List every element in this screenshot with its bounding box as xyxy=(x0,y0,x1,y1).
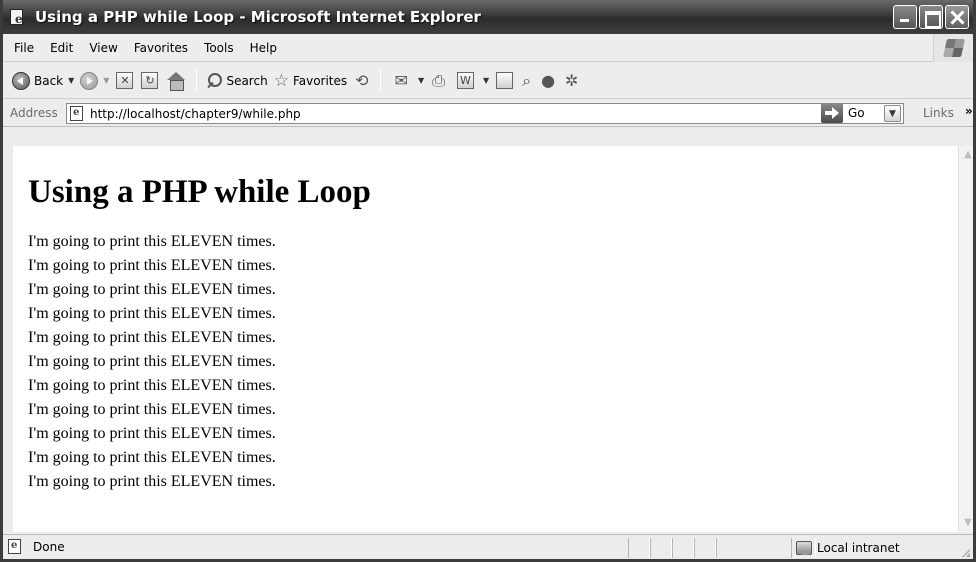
menu-bar: File Edit View Favorites Tools Help xyxy=(3,34,973,62)
page-content: Using a PHP while Loop I'm going to prin… xyxy=(13,146,958,532)
standard-toolbar: Back ▼ ▼ ✕ ↻ Search ☆ Favorites ⟲ ✉ ▼ ⎙ … xyxy=(3,63,973,99)
zone-label: Local intranet xyxy=(817,541,900,555)
window-controls xyxy=(893,5,969,29)
back-dropdown-icon[interactable]: ▼ xyxy=(68,76,74,85)
windows-logo-icon xyxy=(933,34,973,62)
status-panel xyxy=(694,538,716,558)
menu-tools[interactable]: Tools xyxy=(196,34,242,62)
search-label: Search xyxy=(226,73,268,88)
browser-window: e Using a PHP while Loop - Microsoft Int… xyxy=(0,0,976,562)
minimize-button[interactable] xyxy=(893,5,917,29)
output-line: I'm going to print this ELEVEN times. xyxy=(28,305,276,322)
output-lines: I'm going to print this ELEVEN times. I'… xyxy=(13,230,958,494)
address-input[interactable]: e http://localhost/chapter9/while.php ▼ xyxy=(66,103,904,124)
discuss-icon[interactable] xyxy=(496,72,514,89)
mail-dropdown-icon[interactable]: ▼ xyxy=(418,76,424,85)
output-line: I'm going to print this ELEVEN times. xyxy=(28,449,276,466)
go-button[interactable]: Go xyxy=(821,103,865,123)
menu-view[interactable]: View xyxy=(81,34,125,62)
messenger-icon[interactable]: ● xyxy=(541,71,555,91)
status-bar: e Done Local intranet xyxy=(3,534,973,559)
research-icon[interactable]: ⌕ xyxy=(522,71,531,91)
output-line: I'm going to print this ELEVEN times. xyxy=(28,281,276,298)
search-button[interactable]: Search xyxy=(203,68,270,94)
ie-page-icon: e xyxy=(9,8,27,26)
status-panel xyxy=(672,538,694,558)
address-dropdown-icon[interactable]: ▼ xyxy=(884,105,901,122)
edit-button[interactable]: W ▼ xyxy=(450,68,492,94)
mail-button[interactable]: ✉ ▼ xyxy=(387,68,428,94)
status-panel xyxy=(650,538,672,558)
stop-icon[interactable]: ✕ xyxy=(116,72,134,89)
output-line: I'm going to print this ELEVEN times. xyxy=(28,233,276,250)
window-title: Using a PHP while Loop - Microsoft Inter… xyxy=(35,8,481,26)
intranet-icon xyxy=(796,541,812,555)
status-panel xyxy=(628,538,650,558)
back-label: Back xyxy=(34,73,64,88)
output-line: I'm going to print this ELEVEN times. xyxy=(28,353,276,370)
back-button[interactable]: Back ▼ xyxy=(9,68,77,94)
go-label: Go xyxy=(848,106,865,120)
security-zone[interactable]: Local intranet xyxy=(791,538,900,558)
page-heading: Using a PHP while Loop xyxy=(28,174,371,210)
output-line: I'm going to print this ELEVEN times. xyxy=(28,329,276,346)
search-icon xyxy=(206,72,223,89)
address-label: Address xyxy=(10,106,58,120)
close-button[interactable] xyxy=(945,5,969,29)
star-icon: ☆ xyxy=(273,70,289,91)
menu-edit[interactable]: Edit xyxy=(42,34,81,62)
mail-icon: ✉ xyxy=(394,70,408,90)
forward-button[interactable]: ▼ xyxy=(77,68,112,94)
go-arrow-icon xyxy=(821,103,843,123)
menu-help[interactable]: Help xyxy=(242,34,285,62)
favorites-button[interactable]: ☆ Favorites xyxy=(271,68,350,94)
output-line: I'm going to print this ELEVEN times. xyxy=(28,473,276,490)
address-bar: Address e http://localhost/chapter9/whil… xyxy=(3,100,973,127)
history-icon[interactable]: ⟲ xyxy=(355,71,368,91)
output-line: I'm going to print this ELEVEN times. xyxy=(28,377,276,394)
refresh-icon[interactable]: ↻ xyxy=(141,72,159,89)
address-url[interactable]: http://localhost/chapter9/while.php xyxy=(90,107,301,121)
toolbar-separator xyxy=(196,68,198,93)
ie-page-icon: e xyxy=(70,105,86,122)
output-line: I'm going to print this ELEVEN times. xyxy=(28,257,276,274)
messenger-people-icon[interactable]: ✲ xyxy=(565,71,578,91)
scroll-up-icon[interactable]: ▲ xyxy=(961,148,973,162)
maximize-button[interactable] xyxy=(919,5,943,29)
vertical-scrollbar[interactable]: ▲ ▼ xyxy=(958,146,973,532)
word-edit-icon: W xyxy=(456,72,474,89)
menu-file[interactable]: File xyxy=(3,34,42,62)
status-panels xyxy=(628,538,816,558)
print-icon[interactable]: ⎙ xyxy=(432,71,445,91)
back-arrow-icon xyxy=(12,71,30,90)
forward-arrow-icon xyxy=(80,71,99,90)
toolbar-separator xyxy=(379,68,381,93)
favorites-label: Favorites xyxy=(292,73,348,88)
output-line: I'm going to print this ELEVEN times. xyxy=(28,425,276,442)
links-label[interactable]: Links xyxy=(923,100,954,127)
menu-favorites[interactable]: Favorites xyxy=(126,34,196,62)
status-text: Done xyxy=(33,540,65,554)
title-bar[interactable]: e Using a PHP while Loop - Microsoft Int… xyxy=(3,0,973,34)
output-line: I'm going to print this ELEVEN times. xyxy=(28,401,276,418)
ie-page-icon: e xyxy=(8,539,24,555)
resize-grip-icon[interactable] xyxy=(960,547,970,557)
edit-dropdown-icon[interactable]: ▼ xyxy=(483,76,489,85)
links-chevron-icon[interactable]: » xyxy=(965,100,973,122)
forward-dropdown-icon[interactable]: ▼ xyxy=(103,76,109,85)
scroll-down-icon[interactable]: ▼ xyxy=(961,516,973,530)
home-icon[interactable] xyxy=(166,71,186,91)
